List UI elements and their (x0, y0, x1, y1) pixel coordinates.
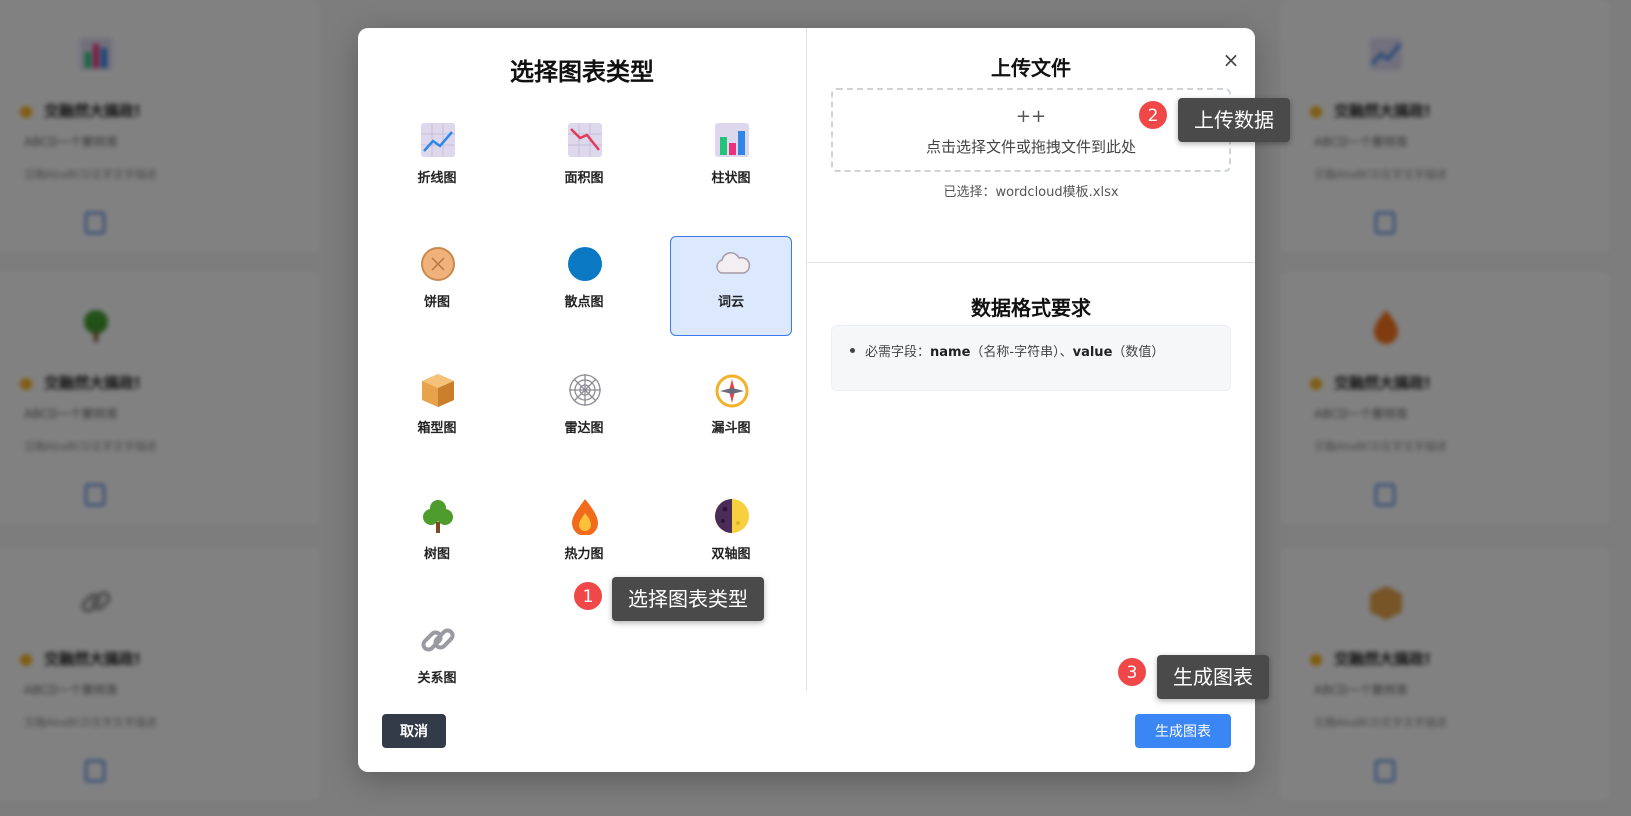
plus-icon: ++ (1015, 106, 1047, 127)
chart-type-label: 树图 (423, 547, 450, 562)
line-chart-icon (421, 123, 455, 157)
step-tip-3: 生成图表 (1157, 655, 1269, 699)
bar-chart-icon (715, 123, 749, 157)
chart-type-heatmap[interactable]: 热力图 (523, 488, 645, 588)
chart-type-funnel[interactable]: 漏斗图 (670, 362, 792, 462)
chart-type-label: 雷达图 (564, 421, 604, 436)
requirement-item: 必需字段：name（名称-字符串）、value（数值） (850, 341, 1164, 360)
upload-title: 上传文件 (991, 56, 1071, 80)
chart-type-label: 箱型图 (417, 421, 457, 436)
file-dropzone[interactable]: ++ 点击选择文件或拖拽文件到此处 (831, 88, 1231, 172)
scatter-chart-icon (568, 247, 602, 281)
pie-chart-icon (421, 247, 455, 281)
chart-type-label: 散点图 (564, 295, 604, 310)
step-tip-2: 上传数据 (1178, 98, 1290, 142)
chart-type-wordcloud[interactable]: 词云 (670, 236, 792, 336)
chart-type-radar[interactable]: 雷达图 (523, 362, 645, 462)
format-requirements: 必需字段：name（名称-字符串）、value（数值） (831, 325, 1231, 391)
chart-type-label: 饼图 (423, 295, 450, 310)
chart-type-graph[interactable]: 关系图 (376, 612, 498, 712)
chart-type-label: 折线图 (417, 171, 457, 186)
chart-type-tree[interactable]: 树图 (376, 488, 498, 588)
step-badge-2: 2 (1138, 100, 1168, 130)
generate-chart-button[interactable]: 生成图表 (1135, 714, 1231, 748)
chart-type-label: 双轴图 (711, 547, 751, 562)
chart-type-label: 关系图 (417, 671, 457, 686)
moon-half-icon (715, 499, 749, 533)
section-divider (807, 262, 1255, 263)
chart-type-label: 漏斗图 (711, 421, 751, 436)
cancel-button[interactable]: 取消 (382, 714, 446, 748)
cloud-icon (716, 252, 751, 274)
selected-file-text: 已选择：wordcloud模板.xlsx (943, 185, 1119, 200)
chart-type-label: 面积图 (564, 171, 604, 186)
compass-icon (715, 374, 749, 408)
format-title: 数据格式要求 (971, 296, 1091, 320)
bullet-icon (850, 348, 855, 353)
box-icon (422, 374, 454, 407)
tree-icon (423, 500, 453, 533)
chart-type-boxplot[interactable]: 箱型图 (376, 362, 498, 462)
step-tip-1: 选择图表类型 (612, 577, 764, 621)
chart-type-bar[interactable]: 柱状图 (670, 112, 792, 212)
area-chart-icon (568, 123, 602, 157)
fire-icon (572, 499, 598, 535)
chart-type-label: 柱状图 (711, 171, 751, 186)
chart-type-scatter[interactable]: 散点图 (523, 236, 645, 336)
dropzone-text: 点击选择文件或拖拽文件到此处 (925, 138, 1136, 156)
chart-type-label: 词云 (717, 295, 744, 310)
chart-type-label: 热力图 (564, 547, 604, 562)
chart-type-title: 选择图表类型 (510, 58, 654, 86)
link-icon (421, 628, 455, 652)
radar-web-icon (569, 374, 601, 406)
chart-type-area[interactable]: 面积图 (523, 112, 645, 212)
chart-type-pie[interactable]: 饼图 (376, 236, 498, 336)
step-badge-3: 3 (1117, 657, 1147, 687)
step-badge-1: 1 (573, 581, 603, 611)
chart-type-dual-axis[interactable]: 双轴图 (670, 488, 792, 588)
chart-type-line[interactable]: 折线图 (376, 112, 498, 212)
